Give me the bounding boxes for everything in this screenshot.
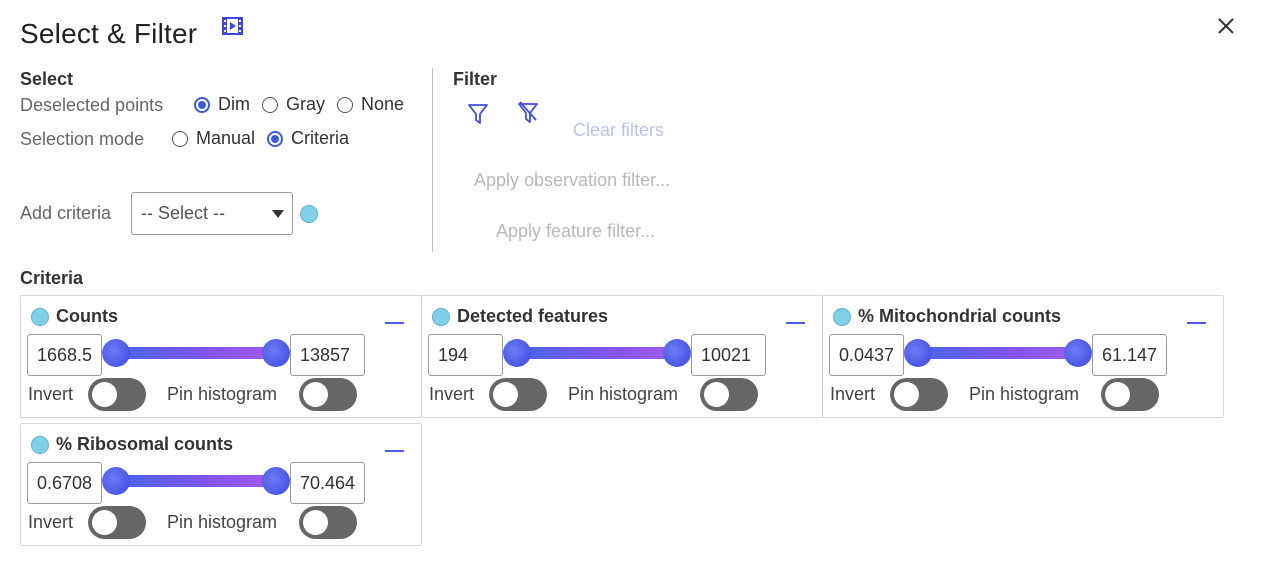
min-value-input[interactable]: 194 bbox=[428, 334, 503, 376]
remove-criteria-button[interactable] bbox=[385, 322, 404, 324]
selection-mode-label: Selection mode bbox=[20, 129, 145, 149]
range-slider-min-handle[interactable] bbox=[102, 467, 130, 495]
pin-histogram-label: Pin histogram bbox=[969, 384, 1080, 404]
radio-criteria-circle[interactable] bbox=[267, 130, 284, 147]
range-slider-track[interactable] bbox=[116, 475, 276, 487]
criteria-name: Counts bbox=[56, 306, 118, 326]
clear-filters-button[interactable]: Clear filters bbox=[573, 120, 664, 141]
add-criteria-label: Add criteria bbox=[20, 203, 112, 223]
radio-dim[interactable]: Dim bbox=[194, 94, 250, 115]
max-value-input[interactable]: 70.464 bbox=[290, 462, 365, 504]
range-slider-max-handle[interactable] bbox=[262, 339, 290, 367]
criteria-name: % Mitochondrial counts bbox=[858, 306, 1062, 326]
add-criteria-select[interactable]: -- Select -- bbox=[131, 192, 293, 235]
range-slider-track[interactable] bbox=[116, 347, 276, 359]
filter-heading: Filter bbox=[453, 69, 498, 89]
range-slider-track[interactable] bbox=[517, 347, 677, 359]
deselected-points-radio-group: Dim Gray None bbox=[194, 94, 416, 115]
invert-toggle[interactable] bbox=[88, 506, 146, 539]
video-icon[interactable] bbox=[222, 17, 243, 35]
range-slider-track[interactable] bbox=[918, 347, 1078, 359]
radio-manual-circle[interactable] bbox=[172, 130, 188, 147]
radio-criteria-label: Criteria bbox=[291, 128, 350, 148]
criteria-name: Detected features bbox=[457, 306, 609, 326]
section-divider bbox=[432, 68, 433, 252]
max-value-input[interactable]: 13857 bbox=[290, 334, 365, 376]
invert-label: Invert bbox=[429, 384, 475, 404]
invert-label: Invert bbox=[28, 384, 74, 404]
remove-criteria-button[interactable] bbox=[385, 450, 404, 452]
apply-observation-filter-button[interactable]: Apply observation filter... bbox=[474, 170, 670, 191]
invert-toggle[interactable] bbox=[489, 378, 547, 411]
criteria-color-dot bbox=[31, 436, 49, 454]
max-value-input[interactable]: 10021 bbox=[691, 334, 766, 376]
pin-histogram-toggle[interactable] bbox=[1101, 378, 1159, 411]
pin-histogram-toggle[interactable] bbox=[700, 378, 758, 411]
pin-histogram-label: Pin histogram bbox=[167, 384, 278, 404]
range-slider-max-handle[interactable] bbox=[262, 467, 290, 495]
criteria-card-mitochondrial: % Mitochondrial counts 0.0437 61.147 Inv… bbox=[822, 295, 1224, 418]
pin-histogram-label: Pin histogram bbox=[568, 384, 679, 404]
criteria-color-dot bbox=[432, 308, 450, 326]
radio-criteria[interactable]: Criteria bbox=[267, 128, 349, 149]
invert-label: Invert bbox=[28, 512, 74, 532]
radio-gray-label: Gray bbox=[286, 94, 326, 114]
radio-dim-label: Dim bbox=[218, 94, 250, 114]
deselected-points-label: Deselected points bbox=[20, 95, 164, 115]
page-title: Select & Filter bbox=[20, 18, 198, 49]
radio-gray-circle[interactable] bbox=[262, 96, 278, 113]
criteria-card-detected-features: Detected features 194 10021 Invert Pin h… bbox=[421, 295, 823, 418]
criteria-name: % Ribosomal counts bbox=[56, 434, 234, 454]
radio-manual-label: Manual bbox=[196, 128, 256, 148]
min-value-input[interactable]: 0.6708 bbox=[27, 462, 102, 504]
range-slider-max-handle[interactable] bbox=[1064, 339, 1092, 367]
criteria-color-dot bbox=[31, 308, 49, 326]
radio-dim-circle[interactable] bbox=[194, 96, 210, 113]
radio-gray[interactable]: Gray bbox=[262, 94, 325, 115]
range-slider-min-handle[interactable] bbox=[503, 339, 531, 367]
max-value-input[interactable]: 61.147 bbox=[1092, 334, 1167, 376]
pin-histogram-label: Pin histogram bbox=[167, 512, 278, 532]
pin-histogram-toggle[interactable] bbox=[299, 506, 357, 539]
invert-toggle[interactable] bbox=[890, 378, 948, 411]
filter-icon[interactable] bbox=[467, 102, 489, 126]
selection-mode-radio-group: Manual Criteria bbox=[172, 128, 361, 149]
filter-off-icon[interactable] bbox=[517, 101, 539, 125]
min-value-input[interactable]: 1668.5 bbox=[27, 334, 102, 376]
min-value-input[interactable]: 0.0437 bbox=[829, 334, 904, 376]
radio-manual[interactable]: Manual bbox=[172, 128, 255, 149]
remove-criteria-button[interactable] bbox=[786, 322, 805, 324]
pin-histogram-toggle[interactable] bbox=[299, 378, 357, 411]
invert-label: Invert bbox=[830, 384, 876, 404]
range-slider-max-handle[interactable] bbox=[663, 339, 691, 367]
range-slider-min-handle[interactable] bbox=[904, 339, 932, 367]
range-slider-min-handle[interactable] bbox=[102, 339, 130, 367]
criteria-color-dot bbox=[833, 308, 851, 326]
close-icon[interactable] bbox=[1216, 16, 1236, 36]
radio-none-label: None bbox=[361, 94, 405, 114]
radio-none-circle[interactable] bbox=[337, 96, 354, 113]
criteria-card-counts: Counts 1668.5 13857 Invert Pin histogram bbox=[20, 295, 422, 418]
chevron-down-icon bbox=[272, 210, 284, 218]
radio-none[interactable]: None bbox=[337, 94, 404, 115]
criteria-card-ribosomal: % Ribosomal counts 0.6708 70.464 Invert … bbox=[20, 423, 422, 546]
select-heading: Select bbox=[20, 69, 74, 89]
criteria-color-dot bbox=[300, 205, 318, 223]
invert-toggle[interactable] bbox=[88, 378, 146, 411]
criteria-heading: Criteria bbox=[20, 268, 84, 288]
add-criteria-select-value: -- Select -- bbox=[141, 203, 226, 223]
remove-criteria-button[interactable] bbox=[1187, 322, 1206, 324]
apply-feature-filter-button[interactable]: Apply feature filter... bbox=[496, 221, 655, 242]
